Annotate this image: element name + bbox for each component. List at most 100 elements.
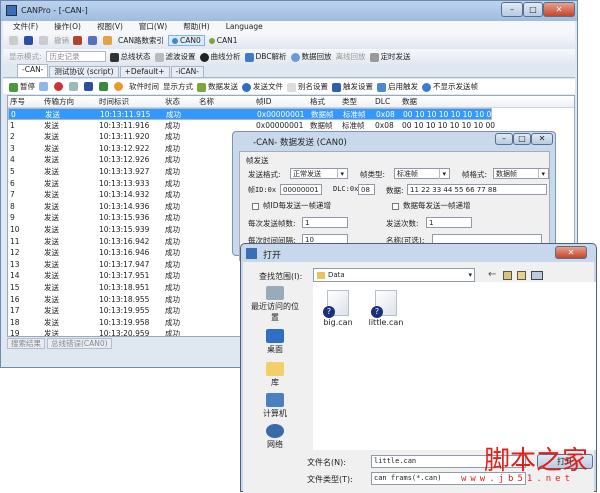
curve-button[interactable]: 曲线分析 <box>199 51 241 62</box>
tab-bus-error[interactable]: 总线错误(CAN0) <box>47 338 112 349</box>
title-bar: CANPro - [-CAN-] – □ ✕ <box>1 1 577 21</box>
cell-2: 10:13:16.942 <box>99 236 150 246</box>
cell-1: 发送 <box>44 132 59 142</box>
back-icon[interactable]: ← <box>488 269 496 280</box>
frame-id-input[interactable]: 00000001 <box>280 184 322 195</box>
library-icon <box>266 362 284 376</box>
curve-label: 曲线分析 <box>210 52 241 61</box>
can-file-icon <box>371 290 397 318</box>
checkbox[interactable] <box>252 202 259 210</box>
filter-button[interactable]: 滤波设置 <box>154 51 196 62</box>
trigger-settings-button[interactable]: 触发设置 <box>332 81 373 92</box>
file-item[interactable]: little.can <box>361 290 411 327</box>
id-increment-checkbox[interactable]: 帧ID每发送一帧递增 <box>252 200 331 211</box>
close-button[interactable]: ✕ <box>543 2 575 17</box>
place-network[interactable]: 网络 <box>249 424 301 450</box>
cell-2: 10:13:11.916 <box>99 120 150 130</box>
place-recent[interactable]: 最近访问的位置 <box>249 286 301 323</box>
cell-0: 7 <box>10 190 15 200</box>
save-data-icon[interactable] <box>84 82 93 91</box>
open-dialog-title: 打开 <box>263 251 282 261</box>
copy-icon[interactable] <box>69 82 78 91</box>
menu-operate[interactable]: 操作(O) <box>54 22 81 31</box>
save-icon[interactable] <box>24 36 33 45</box>
send-file-button[interactable]: 发送文件 <box>242 81 283 92</box>
export-icon[interactable] <box>99 82 108 91</box>
data-send-button[interactable]: 数据发送 <box>197 81 238 92</box>
file-item[interactable]: big.can <box>313 290 363 327</box>
cell-5: 帧ID <box>256 97 272 106</box>
cell-1: 发送 <box>44 120 59 130</box>
display-mode-select[interactable]: 历史记录 <box>45 51 106 62</box>
look-in-select[interactable]: Data ▾ <box>313 268 475 282</box>
table-row[interactable]: 0 发送 10:13:11.915 成功 0x00000001 数据帧 标准帧 0x08 00 … <box>8 108 496 120</box>
maximize-button[interactable]: □ <box>523 2 543 17</box>
tab-ican[interactable]: -iCAN- <box>170 66 204 77</box>
bus-status-button[interactable]: 总线状态 <box>109 51 151 62</box>
menu-help[interactable]: 帮助(H) <box>183 22 210 31</box>
replay-icon <box>290 52 300 62</box>
look-in-label: 查找范围(I): <box>259 272 303 281</box>
table-row[interactable]: 1 发送 10:13:11.916 成功 0x00000001 数据帧 标准帧 0x08 00 … <box>8 120 495 132</box>
folder-icon <box>317 272 325 279</box>
new-folder-icon[interactable] <box>517 271 526 280</box>
edit-icon[interactable] <box>39 36 48 45</box>
dlc-input[interactable]: 08 <box>358 184 375 195</box>
table-header[interactable]: 序号 传输方向 时间标识 状态 名称 帧ID 格式 类型 DLC 数据 <box>8 96 574 108</box>
dbc-button[interactable]: DBC解析 <box>244 51 287 62</box>
device-icon[interactable] <box>88 36 97 45</box>
send-minimize-button[interactable]: – <box>495 133 513 145</box>
computer-icon <box>266 393 284 407</box>
menu-view[interactable]: 视图(V) <box>97 22 123 31</box>
send-close-button[interactable]: ✕ <box>531 133 553 145</box>
undo-button[interactable]: 撤销 <box>54 35 69 46</box>
scroll-icon[interactable] <box>39 82 48 91</box>
minimize-button[interactable]: – <box>501 2 523 17</box>
frame-send-group: 帧发送 <box>246 156 269 165</box>
checkbox[interactable] <box>392 202 399 210</box>
enable-trigger-button[interactable]: 启用触发 <box>377 81 418 92</box>
timed-send-button[interactable]: 定时发送 <box>369 51 411 62</box>
view-menu-icon[interactable] <box>531 271 543 280</box>
tab-script[interactable]: 测试协议 (script) <box>49 66 119 77</box>
settings-icon[interactable] <box>114 82 123 91</box>
print-icon[interactable] <box>73 36 82 45</box>
offline-replay-button[interactable]: 离线回放 <box>336 51 366 62</box>
clear-icon[interactable] <box>54 82 63 91</box>
cell-3: 状态 <box>165 97 180 106</box>
tab-default[interactable]: +Default+ <box>119 66 170 77</box>
hide-sent-button[interactable]: 不显示发送帧 <box>422 81 478 92</box>
software-time-menu[interactable]: 软件时间 <box>129 81 159 92</box>
cell-2: 10:13:14.932 <box>99 190 150 200</box>
place-label: 网络 <box>267 440 283 449</box>
send-maximize-button[interactable]: □ <box>513 133 531 145</box>
send-dialog-title: -CAN- 数据发送 (CAN0) <box>253 138 347 148</box>
alias-button[interactable]: 别名设置 <box>287 81 328 92</box>
display-style-menu[interactable]: 显示方式 <box>163 81 193 92</box>
menu-window[interactable]: 窗口(W) <box>139 22 167 31</box>
send-format-select[interactable]: 正常发送 <box>290 168 348 179</box>
cell-2: 10:13:16.946 <box>99 248 150 258</box>
place-library[interactable]: 库 <box>249 362 301 388</box>
frame-format-select[interactable]: 数据帧 <box>493 168 549 179</box>
place-computer[interactable]: 计算机 <box>249 393 301 419</box>
can0-button[interactable]: CAN0 <box>167 35 205 46</box>
new-icon[interactable] <box>9 36 18 45</box>
pause-button[interactable]: 暂停 <box>9 81 35 92</box>
place-desktop[interactable]: 桌面 <box>249 329 301 355</box>
tab-search-results[interactable]: 搜索结果 <box>7 338 45 349</box>
help-icon[interactable] <box>103 36 112 45</box>
can1-icon <box>208 38 215 44</box>
frame-type-select[interactable]: 标准帧 <box>394 168 450 179</box>
data-increment-checkbox[interactable]: 数据每发送一帧递增 <box>392 200 471 211</box>
menu-language[interactable]: Language <box>226 22 263 31</box>
replay-button[interactable]: 数据回放 <box>290 51 332 62</box>
data-input[interactable]: 11 22 33 44 55 66 77 88 <box>407 184 547 195</box>
up-folder-icon[interactable] <box>503 271 512 280</box>
tab-can[interactable]: -CAN- <box>17 64 49 77</box>
frames-per-send-input[interactable]: 1 <box>302 217 348 228</box>
can1-button[interactable]: CAN1 <box>208 36 237 45</box>
send-count-input[interactable]: 1 <box>426 217 472 228</box>
menu-file[interactable]: 文件(F) <box>13 22 38 31</box>
open-close-button[interactable]: ✕ <box>555 246 587 259</box>
